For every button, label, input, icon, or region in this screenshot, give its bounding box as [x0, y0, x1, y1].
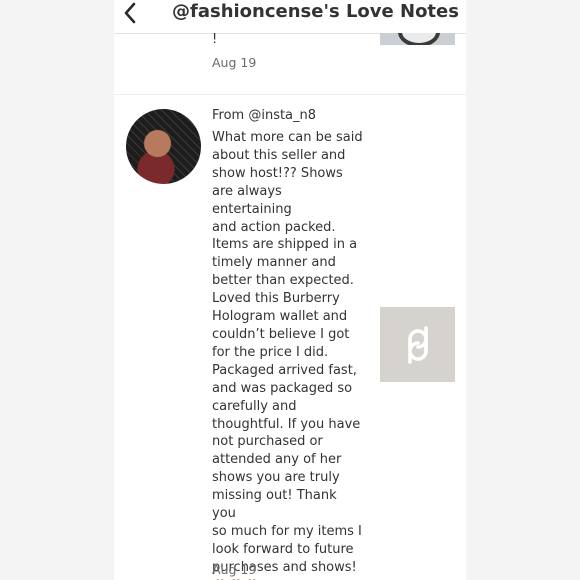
- top-bar: @fashioncense's Love Notes: [114, 0, 466, 34]
- note-date: Aug 19: [212, 562, 257, 577]
- divider: [114, 94, 466, 95]
- note-product-thumbnail[interactable]: [380, 307, 455, 382]
- note-message: What more can be said about this seller …: [212, 130, 363, 580]
- product-image: [398, 33, 440, 45]
- back-button[interactable]: [118, 0, 142, 28]
- note-author[interactable]: From @insta_n8: [212, 108, 316, 123]
- chevron-left-icon: [124, 2, 136, 24]
- previous-note-date: Aug 19: [212, 55, 257, 70]
- poshmark-logo-icon: [407, 325, 428, 364]
- page-title: @fashioncense's Love Notes: [172, 1, 459, 22]
- previous-note-product-thumbnail[interactable]: [380, 33, 455, 45]
- previous-note-text: !: [212, 32, 218, 47]
- love-notes-panel: @fashioncense's Love Notes ! Aug 19 From…: [114, 0, 466, 580]
- avatar[interactable]: [126, 109, 201, 184]
